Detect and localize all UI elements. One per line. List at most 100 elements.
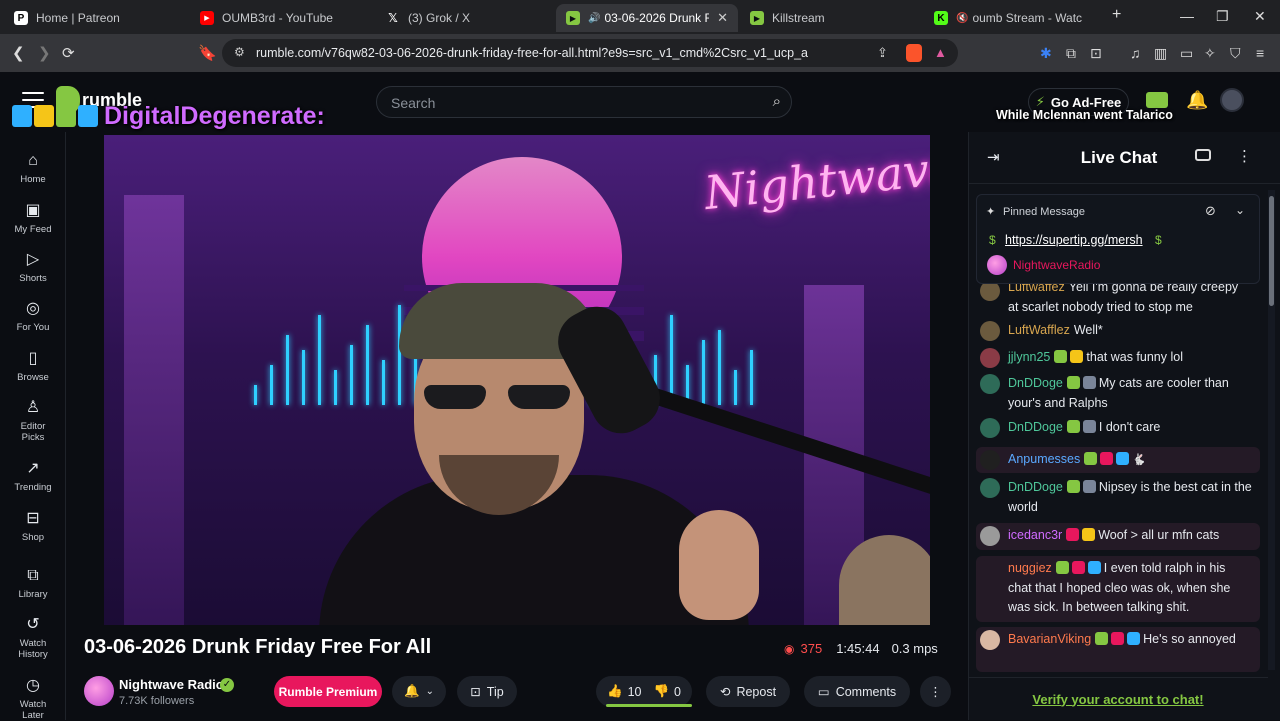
vpn-icon[interactable]: ⛉ <box>1230 45 1241 62</box>
address-bar[interactable]: ⚙ rumble.com/v76qw82-03-06-2026-drunk-fr… <box>222 39 958 67</box>
chat-username[interactable]: DnDDoge <box>1008 376 1063 390</box>
sidebar-item-label: Shop <box>21 532 45 543</box>
chat-message: BavarianViking He's so annoyed <box>976 627 1260 672</box>
sidebar-item-shop[interactable]: ⊟ Shop <box>0 510 66 543</box>
like-count: 10 <box>627 684 642 699</box>
chat-username[interactable]: nuggiez <box>1008 561 1052 575</box>
chat-username[interactable]: BavarianViking <box>1008 632 1091 646</box>
minimize-icon[interactable]: — <box>1180 8 1194 24</box>
close-window-icon[interactable]: ✕ <box>1254 8 1266 25</box>
sidebar-item-editor-picks[interactable]: ♙ Editor Picks <box>0 399 66 443</box>
forward-icon[interactable]: ❯ <box>38 44 51 62</box>
chat-username[interactable]: jjlynn25 <box>1008 350 1050 364</box>
site-info-icon[interactable]: ⚙ <box>234 45 245 59</box>
tip-icon: ⊡ <box>470 685 481 699</box>
chat-username[interactable]: icedanc3r <box>1008 528 1062 542</box>
eye-icon: ◉ <box>784 641 795 656</box>
tab-title: OUMB3rd - YouTube <box>222 11 333 25</box>
channel-avatar[interactable] <box>84 676 114 706</box>
brave-shields-icon[interactable] <box>906 44 922 62</box>
sidebar-item-watch-later[interactable]: ◷ Watch Later <box>0 677 66 721</box>
visualizer-bar <box>734 370 737 405</box>
browser-tab-active[interactable]: ▶ 🔊 03-06-2026 Drunk Friday ✕ <box>556 4 738 32</box>
like-button[interactable]: 👍 10 <box>607 684 641 699</box>
badge-icon <box>34 105 54 127</box>
chat-avatar <box>980 450 1000 470</box>
share-icon[interactable]: ⇪ <box>877 45 888 61</box>
extensions-puzzle-icon[interactable]: ⧉ <box>1066 45 1076 62</box>
browser-tab[interactable]: P Home | Patreon <box>4 4 190 32</box>
sidebar-item-label: Shorts <box>19 273 47 284</box>
chat-username[interactable]: LuftWafflez <box>1008 323 1070 337</box>
sidebar-toggle-icon[interactable]: ▥ <box>1154 45 1167 62</box>
pinned-author-avatar <box>987 255 1007 275</box>
menu-icon[interactable]: ≡ <box>1256 45 1264 61</box>
video-stats: ◉ 375 1:45:44 0.3 mps <box>784 641 938 656</box>
chat-text: that was funny lol <box>1086 350 1183 364</box>
new-tab-icon[interactable]: + <box>1112 6 1121 24</box>
youtube-icon: ▶ <box>200 11 214 25</box>
channel-name[interactable]: Nightwave Radio <box>119 677 224 692</box>
leo-ai-icon[interactable]: ✧ <box>1204 45 1216 62</box>
pinned-link[interactable]: https://supertip.gg/mersh <box>1005 233 1143 247</box>
chat-scrollbar-thumb[interactable] <box>1269 196 1274 306</box>
downloads-icon[interactable]: ⊡ <box>1090 45 1102 62</box>
history-icon: ↺ <box>26 616 40 633</box>
maximize-icon[interactable]: ❐ <box>1216 8 1229 25</box>
sidebar-item-my-feed[interactable]: ▣ My Feed <box>0 202 66 235</box>
sidebar-item-shorts[interactable]: ▷ Shorts <box>0 251 66 284</box>
repost-button[interactable]: ⟲ Repost <box>706 676 790 707</box>
sidebar-item-watch-history[interactable]: ↺ Watch History <box>0 616 66 660</box>
more-options-button[interactable]: ⋮ <box>920 676 951 707</box>
popout-chat-icon[interactable] <box>1195 149 1211 161</box>
browser-tab[interactable]: ▶ Killstream <box>740 4 920 32</box>
feed-icon: ▣ <box>25 202 41 219</box>
brave-rewards-icon[interactable]: ▲ <box>934 45 947 60</box>
emote-icon: 🐇 <box>1132 454 1146 466</box>
visualizer-bar <box>366 325 369 405</box>
search-icon[interactable]: ⌕ <box>773 93 781 110</box>
bookmark-icon[interactable]: 🔖 <box>198 44 217 62</box>
sidebar-item-for-you[interactable]: ◎ For You <box>0 300 66 333</box>
dislike-button[interactable]: 👎 0 <box>653 684 681 699</box>
reload-icon[interactable]: ⟳ <box>62 44 75 62</box>
stream-bitrate: 0.3 mps <box>891 641 938 656</box>
video-player[interactable]: Nightwave <box>104 135 930 625</box>
extension-icon[interactable]: ✱ <box>1040 45 1052 62</box>
chat-text: Well* <box>1073 323 1103 337</box>
tip-button[interactable]: ⊡ Tip <box>457 676 517 707</box>
chat-username[interactable]: DnDDoge <box>1008 420 1063 434</box>
sidebar-item-library[interactable]: ⧉ Library <box>0 567 66 600</box>
sidebar-item-browse[interactable]: ▯ Browse <box>0 350 66 383</box>
wallet-icon[interactable]: ▭ <box>1180 45 1193 62</box>
search-input[interactable]: Search ⌕ <box>376 86 792 118</box>
media-icon[interactable]: ♫ <box>1130 45 1141 61</box>
browser-tab[interactable]: 𝕏 (3) Grok / X <box>376 4 556 32</box>
sidebar-item-home[interactable]: ⌂ Home <box>0 152 66 185</box>
browser-toolbar: ❮ ❯ ⟳ 🔖 ⚙ rumble.com/v76qw82-03-06-2026-… <box>0 34 1280 72</box>
sidebar-item-trending[interactable]: ↗ Trending <box>0 460 66 493</box>
rumble-premium-button[interactable]: Rumble Premium <box>274 676 382 707</box>
muted-icon: 🔇 <box>956 12 969 24</box>
tab-title: Home | Patreon <box>36 11 120 25</box>
tab-title: (3) Grok / X <box>408 11 471 25</box>
chevron-down-icon[interactable]: ⌄ <box>1235 203 1245 217</box>
comment-icon: ▭ <box>817 685 830 699</box>
chat-username[interactable]: DnDDoge <box>1008 480 1063 494</box>
browser-tab[interactable]: K 🔇 oumb Stream - Watch Live o <box>924 4 1104 32</box>
browser-tab[interactable]: ▶ OUMB3rd - YouTube <box>190 4 376 32</box>
comments-button[interactable]: ▭ Comments <box>804 676 910 707</box>
chat-options-icon[interactable]: ⋮ <box>1237 147 1252 165</box>
notification-dropdown-button[interactable]: 🔔 ⌄ <box>392 676 446 707</box>
chat-username[interactable]: Anpumesses <box>1008 452 1080 466</box>
badge-icon <box>78 105 98 127</box>
close-tab-icon[interactable]: ✕ <box>709 10 728 26</box>
chat-message: nuggiez I even told ralph in his chat tha… <box>976 556 1260 622</box>
sidebar-item-label: Watch Later <box>19 699 47 721</box>
back-icon[interactable]: ❮ <box>12 44 25 62</box>
verify-account-link[interactable]: Verify your account to chat! <box>968 677 1268 720</box>
chat-avatar <box>980 321 1000 341</box>
hide-eye-icon[interactable]: ⊘ <box>1205 203 1216 219</box>
pinned-author[interactable]: NightwaveRadio <box>1013 258 1100 272</box>
tip-label: Tip <box>486 684 504 699</box>
